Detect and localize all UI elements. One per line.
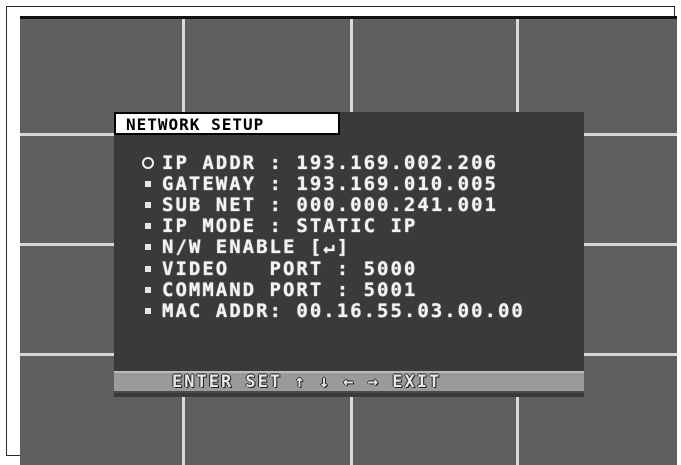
menu-item-label: N/W ENABLE [↵] xyxy=(162,236,351,259)
square-bullet-icon xyxy=(142,307,162,314)
menu-item-label: VIDEO PORT : 5000 xyxy=(162,257,418,280)
menu-item-label: MAC ADDR: 00.16.55.03.00.00 xyxy=(162,299,525,322)
square-bullet-icon xyxy=(142,286,162,293)
network-setup-panel: NETWORK SETUP IP ADDR : 193.169.002.206 … xyxy=(114,112,584,397)
square-bullet-icon xyxy=(142,180,162,187)
menu-item-ip-addr[interactable]: IP ADDR : 193.169.002.206 xyxy=(142,152,525,173)
settings-menu: IP ADDR : 193.169.002.206 GATEWAY : 193.… xyxy=(142,152,525,322)
panel-title-box: NETWORK SETUP xyxy=(114,112,340,135)
dvr-screen: NETWORK SETUP IP ADDR : 193.169.002.206 … xyxy=(20,16,677,465)
key-hint-bar: ENTER SET ↑ ↓ ← → EXIT xyxy=(114,371,584,393)
menu-item-label: COMMAND PORT : 5001 xyxy=(162,278,418,301)
menu-item-ip-mode[interactable]: IP MODE : STATIC IP xyxy=(142,216,525,237)
menu-item-command-port[interactable]: COMMAND PORT : 5001 xyxy=(142,279,525,300)
menu-item-nw-enable[interactable]: N/W ENABLE [↵] xyxy=(142,237,525,258)
circle-icon xyxy=(142,156,162,169)
menu-item-label: IP ADDR : 193.169.002.206 xyxy=(162,151,498,174)
menu-item-mac-addr[interactable]: MAC ADDR: 00.16.55.03.00.00 xyxy=(142,300,525,321)
square-bullet-icon xyxy=(142,265,162,272)
panel-title: NETWORK SETUP xyxy=(126,115,265,134)
menu-item-label: GATEWAY : 193.169.010.005 xyxy=(162,172,498,195)
key-hint-text: ENTER SET ↑ ↓ ← → EXIT xyxy=(172,372,442,392)
square-bullet-icon xyxy=(142,223,162,230)
square-bullet-icon xyxy=(142,201,162,208)
menu-item-video-port[interactable]: VIDEO PORT : 5000 xyxy=(142,258,525,279)
menu-item-label: IP MODE : STATIC IP xyxy=(162,215,418,238)
menu-item-label: SUB NET : 000.000.241.001 xyxy=(162,193,498,216)
menu-item-gateway[interactable]: GATEWAY : 193.169.010.005 xyxy=(142,173,525,194)
menu-item-sub-net[interactable]: SUB NET : 000.000.241.001 xyxy=(142,194,525,215)
square-bullet-icon xyxy=(142,244,162,251)
